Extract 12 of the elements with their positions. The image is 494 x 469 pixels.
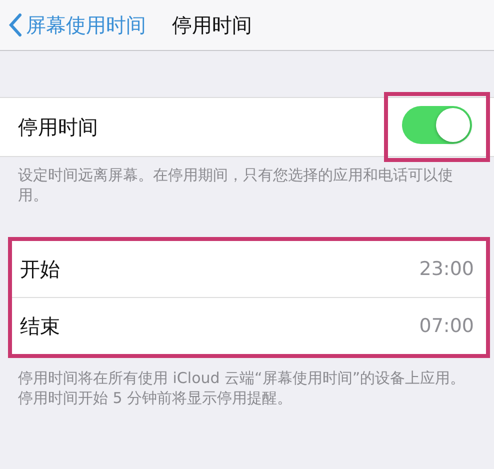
footer-text: 停用时间将在所有使用 iCloud 云端“屏幕使用时间”的设备上应用。停用时间开始 5 分钟前将显示停用提醒。 — [17, 368, 466, 408]
back-chevron-icon — [8, 13, 22, 37]
time-row[interactable]: 开始 23:00 — [12, 241, 486, 297]
row-label: 停用时间 — [18, 114, 98, 140]
description-text: 设定时间远离屏幕。在停用期间，只有您选择的应用和电话可以使用。 — [17, 165, 454, 206]
page-title: 停用时间 — [172, 12, 252, 38]
row-label: 开始 — [20, 256, 60, 282]
time-value: 07:00 — [419, 315, 474, 337]
time-row[interactable]: 结束 07:00 — [12, 297, 486, 354]
time-value: 23:00 — [419, 258, 474, 280]
row-label: 结束 — [20, 312, 60, 340]
toggle-switch[interactable] — [402, 106, 472, 144]
